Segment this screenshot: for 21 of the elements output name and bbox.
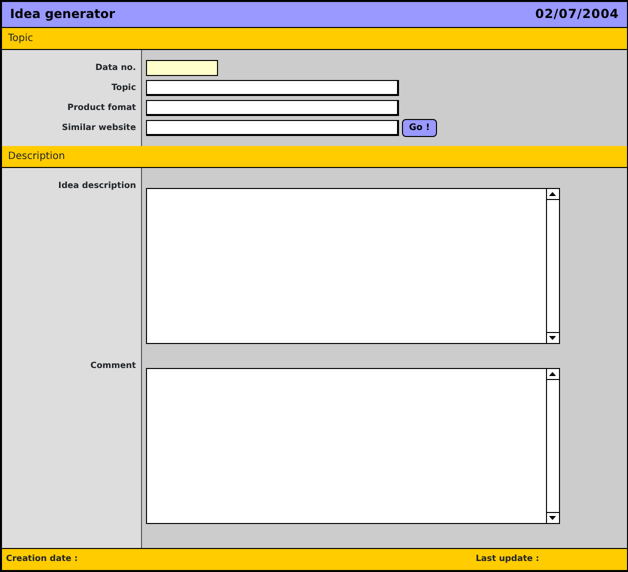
footer-label: Last update : <box>476 553 540 566</box>
input-field[interactable] <box>146 60 218 76</box>
field-label: Data no. <box>95 62 136 74</box>
go-button[interactable]: Go ! <box>402 119 437 137</box>
field-label: Product fomat <box>67 102 136 114</box>
input-field[interactable] <box>146 120 399 136</box>
date-text: 02/07/2004 <box>535 5 619 24</box>
scrollbar[interactable] <box>546 189 559 343</box>
input-field[interactable] <box>146 100 399 116</box>
footer-label: Creation date : <box>6 553 78 566</box>
field-label: Similar website <box>62 122 136 134</box>
window-title: Idea generator <box>10 5 115 24</box>
input-field[interactable] <box>146 80 399 96</box>
section-header: Topic <box>2 28 627 50</box>
text-area[interactable] <box>146 188 560 344</box>
section-header: Description <box>2 146 627 168</box>
scrollbar[interactable] <box>546 369 559 523</box>
field-label: Topic <box>111 82 136 94</box>
field-label: Idea description <box>58 180 136 193</box>
field-label: Comment <box>90 360 136 373</box>
text-area[interactable] <box>146 368 560 524</box>
